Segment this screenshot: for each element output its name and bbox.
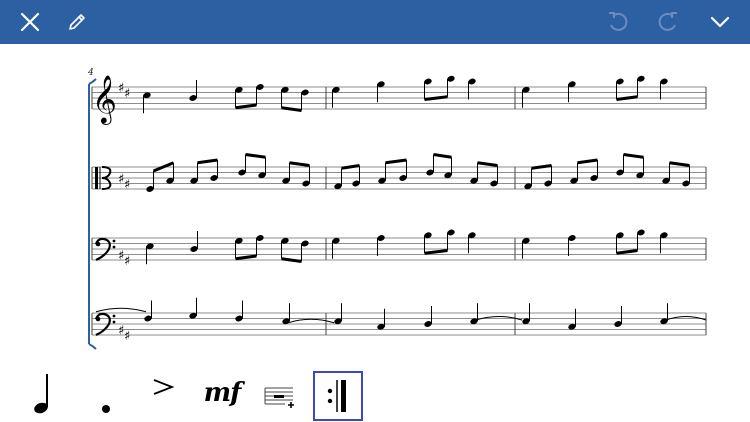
- bass-clef: [112, 239, 116, 243]
- bass-clef: [112, 314, 116, 318]
- tie: [287, 318, 335, 324]
- repeat-barline-icon: [327, 380, 346, 412]
- note-beam: [281, 106, 302, 112]
- sharp-sign: ♯: [124, 87, 130, 102]
- quarter-note-icon: [34, 374, 48, 414]
- treble-clef: 𝄞: [92, 74, 117, 125]
- accent-button[interactable]: [145, 364, 181, 422]
- accent-icon: [153, 379, 175, 395]
- note-beam: [289, 161, 310, 167]
- quarter-note-button[interactable]: [24, 364, 64, 422]
- notes: 𝄞 ♯ ♯♯ ♯♯ ♯♯ ♯: [92, 74, 707, 344]
- note-beam: [623, 153, 644, 159]
- augmentation-dot-icon: [102, 405, 110, 413]
- add-measure-button[interactable]: [258, 364, 300, 422]
- note-beam: [281, 257, 302, 263]
- note-beam: [616, 95, 638, 101]
- note-beam: [424, 95, 448, 101]
- note-beam: [245, 153, 266, 159]
- note-beam: [669, 161, 690, 167]
- note-beam: [577, 158, 598, 165]
- add-measure-icon: [264, 387, 294, 408]
- note-beam: [235, 254, 257, 261]
- sharp-sign: ♯: [124, 254, 130, 269]
- note-beam: [341, 164, 360, 170]
- dynamic-mf-label: mf: [203, 378, 242, 408]
- sharp-sign: ♯: [124, 178, 130, 193]
- music-score[interactable]: 𝄞 ♯ ♯♯ ♯♯ ♯♯ ♯: [0, 0, 750, 364]
- note-beam: [477, 161, 498, 167]
- dot-button[interactable]: [86, 364, 126, 422]
- bass-clef: [112, 320, 116, 324]
- note-beam: [531, 164, 552, 170]
- sharp-sign: ♯: [124, 329, 130, 344]
- note-beam: [235, 103, 257, 110]
- note-beam: [197, 158, 218, 165]
- note-beam: [385, 158, 407, 165]
- dynamic-mf-button[interactable]: mf: [198, 364, 246, 422]
- note-beam: [433, 153, 452, 159]
- repeat-barline-button[interactable]: [313, 371, 363, 421]
- notation-palette: mf: [0, 364, 750, 422]
- tie: [95, 307, 147, 313]
- alto-clef: [95, 167, 98, 189]
- system-bracket: [88, 343, 97, 350]
- bass-clef: [95, 316, 101, 322]
- note-beam: [616, 249, 638, 255]
- staff-lines: [88, 78, 707, 350]
- bass-clef: [95, 241, 101, 247]
- bass-clef: [112, 245, 116, 249]
- note-beam: [424, 249, 448, 255]
